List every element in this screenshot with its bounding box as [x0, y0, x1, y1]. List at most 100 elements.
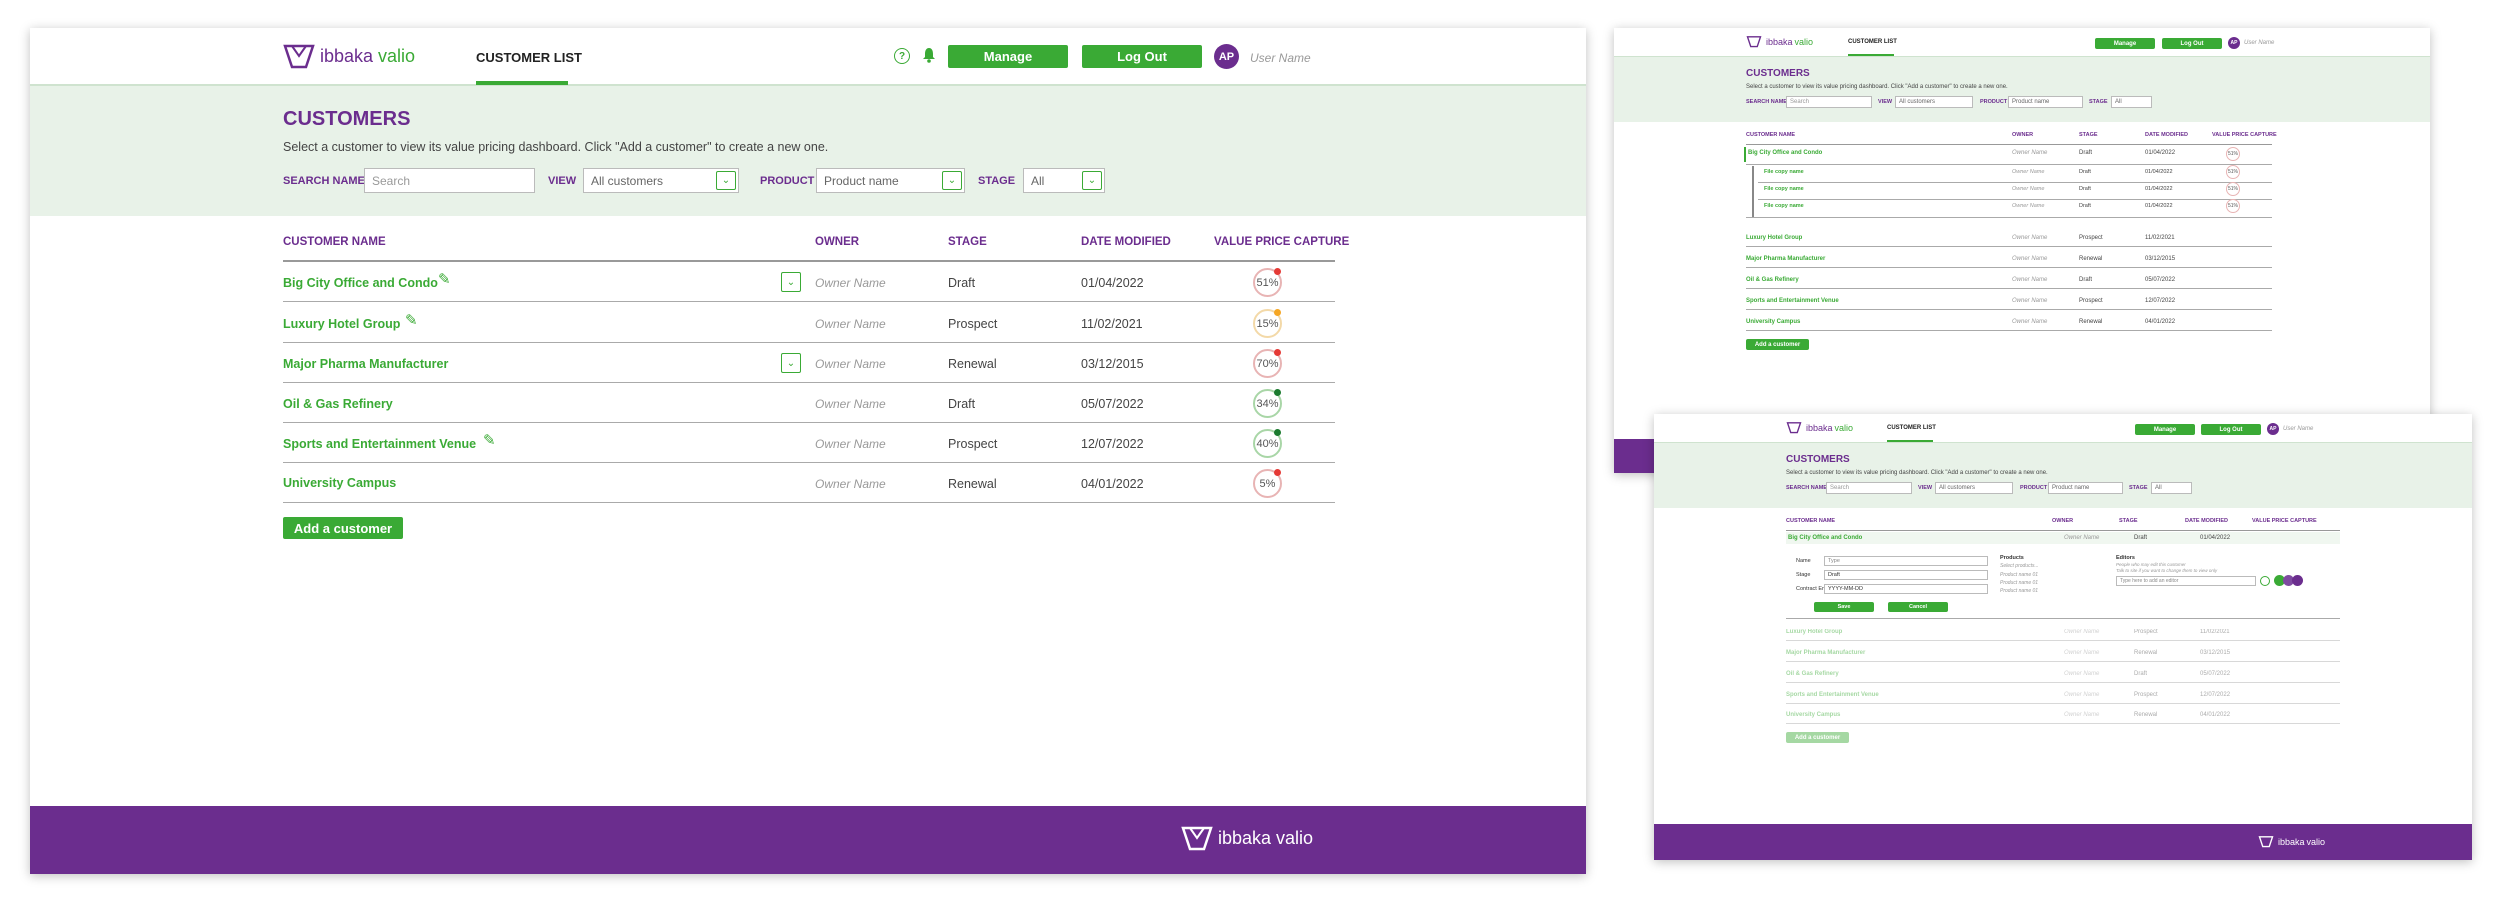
avatar[interactable]: AP	[2267, 423, 2279, 435]
customer-name[interactable]: Sports and Entertainment Venue	[1746, 298, 1839, 304]
product-label: PRODUCT	[760, 175, 815, 187]
tab-customer-list[interactable]: CUSTOMER LIST	[476, 50, 582, 65]
add-customer-button[interactable]: Add a customer	[283, 517, 403, 539]
sub-item-name[interactable]: File copy name	[1764, 169, 1804, 175]
add-customer-button[interactable]: Add a customer	[1786, 732, 1849, 743]
row-divider	[283, 301, 1335, 302]
bell-icon[interactable]	[922, 47, 936, 63]
tab-customer-list[interactable]: CUSTOMER LIST	[1887, 425, 1936, 431]
col-header-date[interactable]: DATE MODIFIED	[1081, 236, 1171, 248]
customer-name[interactable]: Major Pharma Manufacturer	[283, 357, 448, 371]
add-customer-button[interactable]: Add a customer	[1746, 339, 1809, 350]
search-input[interactable]: Search	[1826, 482, 1912, 494]
editor-avatar	[2292, 575, 2303, 586]
table-header-divider	[1786, 530, 2340, 531]
pencil-icon[interactable]: ✎	[438, 270, 451, 288]
app-logo[interactable]: ibbaka valio	[1746, 35, 1813, 48]
customer-name[interactable]: Luxury Hotel Group	[1786, 629, 1842, 635]
pencil-icon[interactable]: ✎	[483, 431, 496, 449]
help-icon[interactable]: ?	[894, 48, 910, 64]
row-divider	[1746, 309, 2272, 310]
logout-button[interactable]: Log Out	[2201, 424, 2261, 435]
name-field-label: Name	[1796, 558, 1811, 564]
owner-name: Owner Name	[2012, 319, 2048, 325]
customer-name[interactable]: Oil & Gas Refinery	[1746, 277, 1799, 283]
search-input[interactable]: Search	[1786, 96, 1872, 108]
date-value: 01/04/2022	[2145, 150, 2176, 156]
footer-logo: ibbaka valio	[2258, 835, 2325, 848]
product-select[interactable]: Product name	[2008, 96, 2083, 108]
logout-button[interactable]: Log Out	[2162, 38, 2222, 49]
customer-name[interactable]: Major Pharma Manufacturer	[1746, 256, 1825, 262]
avatar[interactable]: AP	[2228, 37, 2240, 49]
owner-name: Owner Name	[2064, 692, 2100, 698]
capture-value: 15%	[1256, 317, 1279, 330]
product-item[interactable]: Product name 01	[2000, 588, 2038, 594]
customer-name[interactable]: Big City Office and Condo	[1748, 150, 1822, 156]
view-select[interactable]: All customers	[1935, 482, 2013, 494]
app-logo[interactable]: ibbaka valio	[1786, 421, 1853, 434]
manage-button[interactable]: Manage	[2095, 38, 2155, 49]
customer-name[interactable]: Major Pharma Manufacturer	[1786, 650, 1865, 656]
logout-button[interactable]: Log Out	[1082, 45, 1202, 68]
product-item[interactable]: Product name 01	[2000, 580, 2038, 586]
col-header-capture[interactable]: VALUE PRICE CAPTURE	[1214, 236, 1349, 248]
search-input[interactable]: Search	[364, 168, 535, 193]
add-editor-input[interactable]: Type here to add an editor	[2116, 576, 2256, 586]
stage-select[interactable]: All ⌄	[1023, 168, 1105, 193]
expand-button[interactable]: ⌄	[781, 353, 801, 373]
stage-field-select[interactable]: Draft	[1824, 570, 1988, 580]
product-select[interactable]: Product name	[2048, 482, 2123, 494]
expand-button[interactable]: ⌄	[781, 272, 801, 292]
cancel-button[interactable]: Cancel	[1888, 602, 1948, 612]
product-item[interactable]: Product name 01	[2000, 572, 2038, 578]
contract-end-input[interactable]: YYYY-MM-DD	[1824, 584, 1988, 594]
row-divider	[1746, 288, 2272, 289]
customer-name[interactable]: Oil & Gas Refinery	[1786, 671, 1839, 677]
row-divider	[1746, 330, 2272, 331]
stage-value: Renewal	[948, 477, 997, 491]
col-header-stage[interactable]: STAGE	[948, 236, 987, 248]
filter-band	[1614, 57, 2430, 122]
owner-name: Owner Name	[815, 357, 886, 371]
row-divider	[1786, 723, 2340, 724]
customer-name[interactable]: Sports and Entertainment Venue	[283, 437, 476, 451]
col-header-customer[interactable]: CUSTOMER NAME	[283, 236, 386, 248]
customer-name[interactable]: Luxury Hotel Group	[283, 317, 400, 331]
save-button[interactable]: Save	[1814, 602, 1874, 612]
view-select[interactable]: All customers	[1895, 96, 1973, 108]
name-input[interactable]: Type	[1824, 556, 1988, 566]
customer-name[interactable]: University Campus	[1786, 712, 1840, 718]
view-select[interactable]: All customers ⌄	[583, 168, 739, 193]
stage-value: Draft	[2079, 169, 2091, 175]
row-divider	[1758, 182, 2272, 183]
avatar[interactable]: AP	[1214, 44, 1239, 69]
manage-button[interactable]: Manage	[948, 45, 1068, 68]
customer-name[interactable]: Big City Office and Condo	[1788, 535, 1862, 541]
customer-name[interactable]: University Campus	[1746, 319, 1800, 325]
sub-item-name[interactable]: File copy name	[1764, 186, 1804, 192]
date-value: 01/04/2022	[1081, 276, 1144, 290]
col-header-capture: VALUE PRICE CAPTURE	[2212, 132, 2277, 138]
pencil-icon[interactable]: ✎	[405, 311, 418, 329]
date-value: 03/12/2015	[2200, 650, 2231, 656]
add-editor-icon[interactable]	[2260, 576, 2270, 586]
stage-select[interactable]: All	[2151, 482, 2192, 494]
chevron-down-icon: ⌄	[942, 171, 962, 190]
product-select[interactable]: Product name ⌄	[816, 168, 965, 193]
sub-item-name[interactable]: File copy name	[1764, 203, 1804, 209]
customer-name[interactable]: Oil & Gas Refinery	[283, 397, 393, 411]
date-value: 01/04/2022	[2200, 535, 2231, 541]
tab-customer-list[interactable]: CUSTOMER LIST	[1848, 39, 1897, 45]
col-header-stage: STAGE	[2119, 518, 2138, 524]
app-logo[interactable]: ibbaka valio	[282, 42, 415, 70]
row-divider	[1758, 199, 2272, 200]
col-header-owner[interactable]: OWNER	[815, 236, 859, 248]
customer-name[interactable]: Luxury Hotel Group	[1746, 235, 1802, 241]
manage-button[interactable]: Manage	[2135, 424, 2195, 435]
customer-name[interactable]: University Campus	[283, 476, 396, 490]
customer-name[interactable]: Sports and Entertainment Venue	[1786, 692, 1879, 698]
stage-select[interactable]: All	[2111, 96, 2152, 108]
customer-name[interactable]: Big City Office and Condo	[283, 276, 438, 290]
capture-value: 40%	[1256, 437, 1279, 450]
